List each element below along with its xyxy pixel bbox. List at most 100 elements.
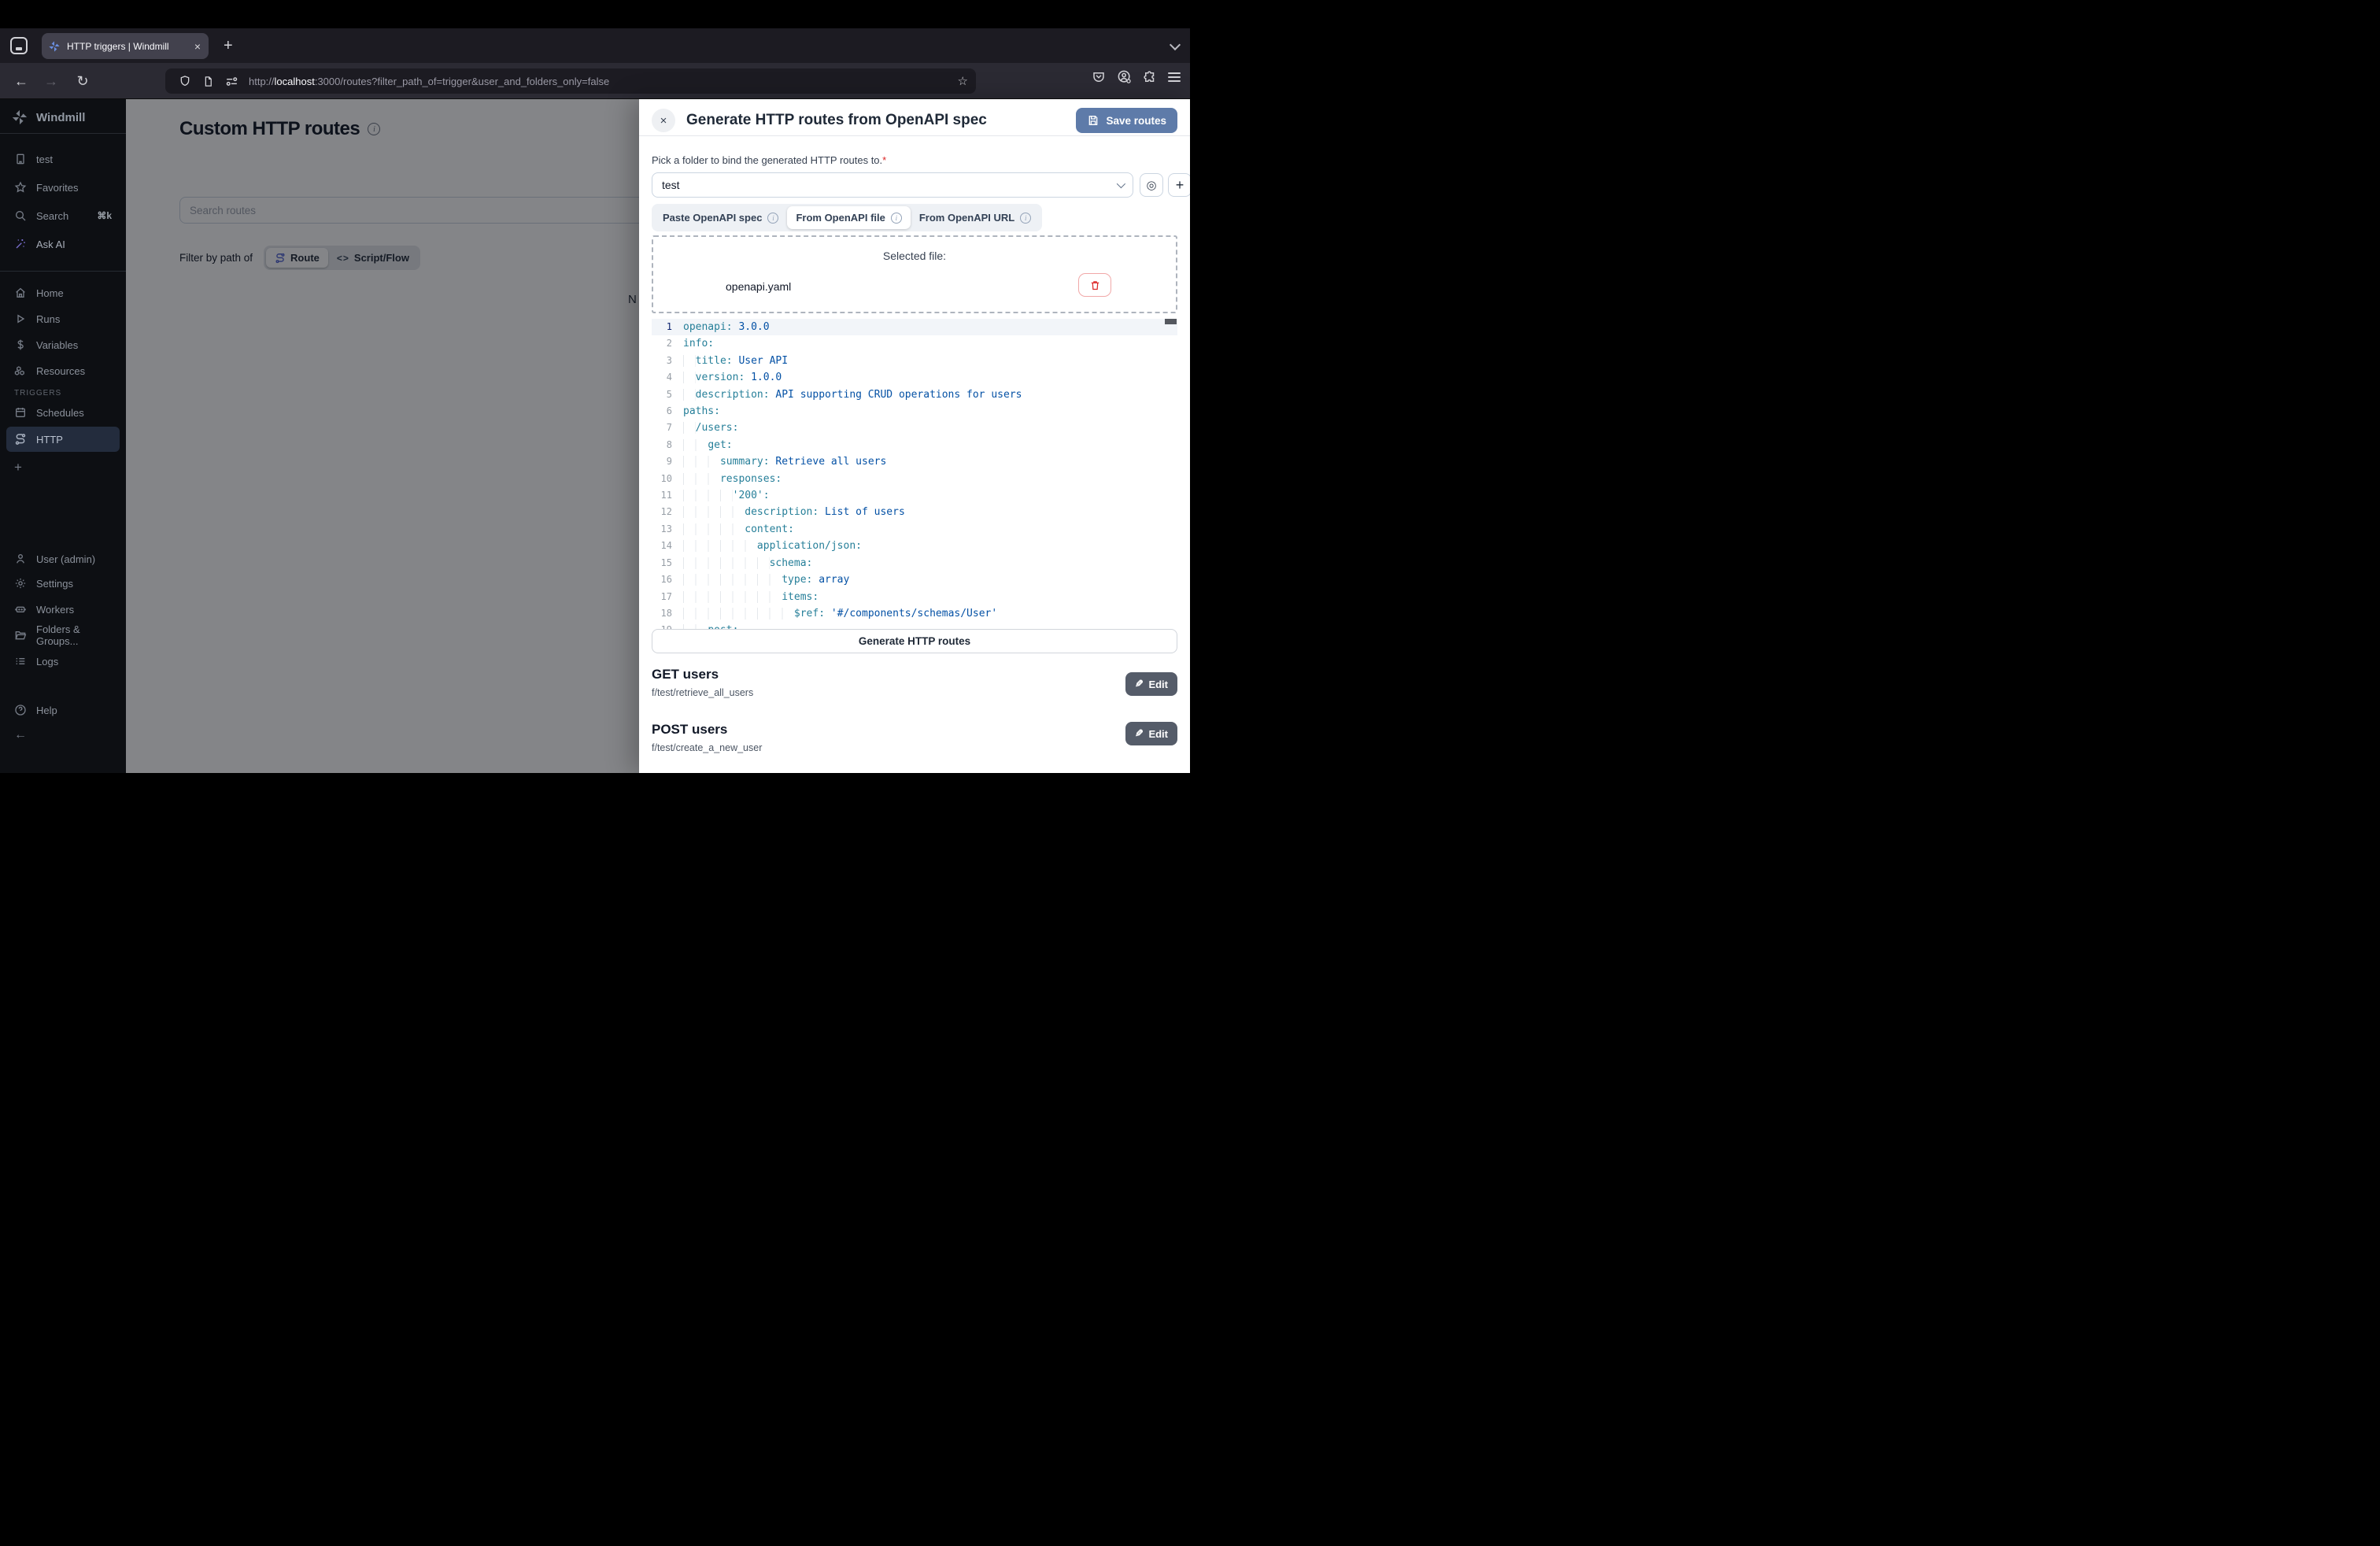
sidebar-item-help[interactable]: Help [6,697,120,723]
sidebar-item-settings[interactable]: Settings [6,571,120,596]
openapi-drawer: × Generate HTTP routes from OpenAPI spec… [639,99,1190,773]
sidebar-item-resources[interactable]: Resources [6,358,120,383]
new-tab-button[interactable]: + [224,36,233,55]
sidebar-item-http[interactable]: HTTP [6,427,120,452]
browser-tab[interactable]: HTTP triggers | Windmill × [42,33,209,59]
arrow-left-icon: ← [14,728,27,742]
back-button[interactable]: ← [11,71,31,91]
sidebar-item-variables[interactable]: Variables [6,332,120,357]
sidebar-item-favorites[interactable]: Favorites [6,175,120,200]
sidebar-logo[interactable]: Windmill [11,109,85,126]
sidebar-item-runs[interactable]: Runs [6,306,120,331]
sidebar-item-workers[interactable]: Workers [6,597,120,622]
browser-tab-bar: HTTP triggers | Windmill × + [0,28,1190,63]
extensions-puzzle-icon[interactable] [1143,70,1157,84]
code-line: 2info: [652,335,1177,352]
plus-icon: + [14,460,22,475]
sidebar-item-user[interactable]: User (admin) [6,546,120,571]
code-line: 1openapi: 3.0.0 [652,319,1177,335]
sidebar-collapse-button[interactable]: ← [6,723,120,748]
sidebar-divider [0,271,126,272]
view-folder-button[interactable]: ◎ [1140,173,1163,197]
code-line: 5 description: API supporting CRUD opera… [652,386,1177,403]
folder-icon [14,629,27,642]
star-icon [14,181,27,194]
toolbar-right-icons [1092,69,1181,84]
wand-icon [14,238,27,250]
code-line: 12 description: List of users [652,504,1177,520]
firefox-view-icon[interactable] [10,37,28,54]
account-icon[interactable] [1117,69,1132,84]
info-icon[interactable]: i [767,213,778,224]
boxes-icon [14,364,27,377]
info-icon[interactable]: i [1020,213,1031,224]
route-title-post: POST users [652,722,727,738]
selected-file-name: openapi.yaml [726,280,791,293]
save-routes-button[interactable]: Save routes [1076,108,1177,133]
sidebar-item-search[interactable]: Search ⌘k [6,203,120,228]
tab-list-chevron-icon[interactable] [1170,39,1181,50]
eye-icon: ◎ [1146,178,1156,192]
tab-from-openapi-file[interactable]: From OpenAPI file i [787,206,910,229]
yaml-code-editor[interactable]: 1openapi: 3.0.02info:3 title: User API4 … [652,319,1177,629]
source-tabs: Paste OpenAPI spec i From OpenAPI file i… [652,204,1042,231]
permissions-toggles-icon[interactable] [225,75,238,88]
code-line: 3 title: User API [652,353,1177,369]
url-text[interactable]: http://localhost:3000/routes?filter_path… [249,76,952,87]
code-line: 4 version: 1.0.0 [652,369,1177,386]
url-bar[interactable]: http://localhost:3000/routes?filter_path… [165,68,976,94]
required-asterisk: * [882,154,886,166]
dollar-icon [14,338,27,351]
code-line: 15 schema: [652,555,1177,571]
add-folder-button[interactable]: + [1168,173,1190,197]
sidebar: Windmill test Fa [0,99,126,773]
edit-get-route-button[interactable]: ✎ Edit [1125,672,1177,696]
drawer-close-button[interactable]: × [652,109,675,132]
tab-close-icon[interactable]: × [193,40,202,53]
menubar-strip [0,0,1190,28]
sidebar-item-ask-ai[interactable]: Ask AI [6,231,120,257]
sidebar-logo-text: Windmill [36,111,85,124]
reload-button[interactable]: ↻ [72,71,93,91]
file-dropzone[interactable]: Selected file: openapi.yaml [652,235,1177,313]
sidebar-add-button[interactable]: + [6,455,120,480]
info-icon[interactable]: i [891,213,902,224]
windmill-logo-icon [11,109,28,126]
sidebar-item-workspace[interactable]: test [6,146,120,172]
drawer-header-divider [639,135,1190,136]
menu-hamburger-icon[interactable] [1168,72,1181,82]
pencil-icon: ✎ [1135,678,1144,690]
folder-select[interactable]: test [652,172,1133,198]
editor-scrollbar-thumb[interactable] [1165,319,1177,324]
help-icon [14,704,27,716]
code-line: 14 application/json: [652,538,1177,554]
app-window: Custom HTTP routes i Search routes Filte… [0,99,1190,773]
chevron-down-icon [1117,179,1125,188]
sidebar-item-logs[interactable]: Logs [6,649,120,674]
pocket-icon[interactable] [1092,70,1106,84]
building-icon [14,153,27,165]
tab-from-openapi-url[interactable]: From OpenAPI URL i [911,206,1040,229]
gear-icon [14,577,27,590]
shield-icon[interactable] [179,75,191,87]
search-shortcut: ⌘k [97,210,112,221]
code-line: 19 post: [652,622,1177,629]
forward-button[interactable]: → [41,71,61,91]
tab-title: HTTP triggers | Windmill [67,41,193,52]
calendar-icon [14,406,27,419]
save-icon [1087,114,1099,127]
generate-http-routes-button[interactable]: Generate HTTP routes [652,629,1177,653]
remove-file-button[interactable] [1078,273,1111,297]
windmill-favicon-icon [48,40,61,53]
home-icon [14,287,27,299]
tab-paste-openapi-spec[interactable]: Paste OpenAPI spec i [654,206,787,229]
code-line: 7 /users: [652,420,1177,436]
sidebar-item-folders[interactable]: Folders & Groups... [6,623,120,648]
code-line: 11 '200': [652,487,1177,504]
bookmark-star-icon[interactable]: ☆ [958,74,968,88]
sidebar-item-home[interactable]: Home [6,280,120,305]
sidebar-item-schedules[interactable]: Schedules [6,400,120,425]
code-line: 8 get: [652,437,1177,453]
edit-post-route-button[interactable]: ✎ Edit [1125,722,1177,745]
page-info-icon[interactable] [202,76,214,87]
